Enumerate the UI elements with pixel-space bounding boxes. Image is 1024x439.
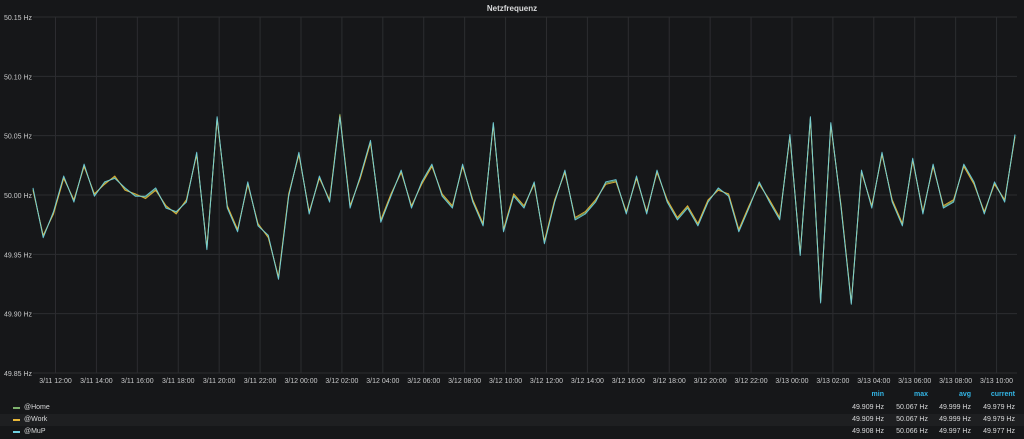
legend-current-value: 49.979 Hz xyxy=(983,404,1015,411)
x-tick-label: 3/13 02:00 xyxy=(816,378,849,385)
legend-header-current[interactable]: current xyxy=(955,391,1015,398)
legend-header: min max avg current xyxy=(0,390,1024,402)
legend-series-name[interactable]: @Work xyxy=(24,416,47,423)
y-tick-label: 50.15 Hz xyxy=(4,15,33,22)
legend-swatch-mup[interactable] xyxy=(13,431,20,433)
legend-current-value: 49.977 Hz xyxy=(983,428,1015,435)
legend-swatch-home[interactable] xyxy=(13,407,20,409)
x-tick-label: 3/11 20:00 xyxy=(203,378,236,385)
legend-row-home[interactable]: @Home 49.909 Hz 50.067 Hz 49.999 Hz 49.9… xyxy=(0,402,1024,414)
x-tick-label: 3/13 06:00 xyxy=(898,378,931,385)
x-tick-label: 3/13 00:00 xyxy=(775,378,808,385)
x-tick-label: 3/12 02:00 xyxy=(325,378,358,385)
x-tick-label: 3/12 16:00 xyxy=(612,378,645,385)
x-tick-label: 3/13 04:00 xyxy=(857,378,890,385)
legend-row-work[interactable]: @Work 49.909 Hz 50.067 Hz 49.999 Hz 49.9… xyxy=(0,414,1024,426)
x-tick-label: 3/12 22:00 xyxy=(735,378,768,385)
x-tick-label: 3/12 10:00 xyxy=(489,378,522,385)
series-line-mup xyxy=(32,116,1016,305)
x-tick-label: 3/11 12:00 xyxy=(39,378,72,385)
x-tick-label: 3/12 00:00 xyxy=(284,378,317,385)
y-tick-label: 49.90 Hz xyxy=(4,312,33,319)
line-chart: 50.15 Hz 50.10 Hz 50.05 Hz 50.00 Hz 49.95 Hz… xyxy=(4,15,1017,385)
x-tick-label: 3/11 16:00 xyxy=(121,378,154,385)
x-tick-label: 3/12 14:00 xyxy=(571,378,604,385)
x-tick-label: 3/12 08:00 xyxy=(448,378,481,385)
x-tick-label: 3/12 20:00 xyxy=(694,378,727,385)
y-tick-label: 49.85 Hz xyxy=(4,371,33,378)
legend-row-mup[interactable]: @MuP 49.908 Hz 50.066 Hz 49.997 Hz 49.97… xyxy=(0,426,1024,438)
x-tick-label: 3/11 22:00 xyxy=(244,378,277,385)
graph-panel: Netzfrequenz 50.15 Hz 50.10 Hz 50.05 Hz 50.… xyxy=(0,0,1024,439)
y-tick-label: 50.10 Hz xyxy=(4,74,33,81)
x-tick-label: 3/13 08:00 xyxy=(939,378,972,385)
legend-series-name[interactable]: @Home xyxy=(24,404,50,411)
y-tick-label: 50.05 Hz xyxy=(4,134,33,141)
y-tick-label: 50.00 Hz xyxy=(4,193,33,200)
x-tick-label: 3/12 18:00 xyxy=(653,378,686,385)
x-tick-label: 3/11 18:00 xyxy=(162,378,195,385)
legend-series-name[interactable]: @MuP xyxy=(24,428,46,435)
y-tick-label: 49.95 Hz xyxy=(4,252,33,259)
x-tick-label: 3/12 06:00 xyxy=(407,378,440,385)
legend-current-value: 49.979 Hz xyxy=(983,416,1015,423)
series-line-work xyxy=(32,115,1016,304)
x-tick-label: 3/12 04:00 xyxy=(366,378,399,385)
x-tick-label: 3/12 12:00 xyxy=(530,378,563,385)
legend-swatch-work[interactable] xyxy=(13,419,20,421)
x-tick-label: 3/11 14:00 xyxy=(80,378,113,385)
x-tick-label: 3/13 10:00 xyxy=(980,378,1013,385)
